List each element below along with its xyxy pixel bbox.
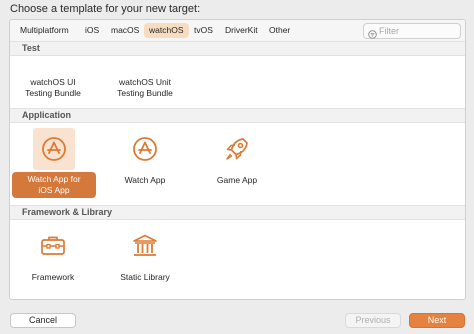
toolbox-icon <box>41 236 65 255</box>
template-label: Static Library <box>120 272 170 282</box>
template-label: Watch App for iOS App <box>12 172 96 198</box>
template-watchos-ui-testing-bundle[interactable]: watchOS UI Testing Bundle <box>10 56 96 106</box>
template-label: watchOS UI Testing Bundle <box>25 77 81 98</box>
rocket-icon <box>226 138 248 160</box>
template-icon-box <box>124 225 166 267</box>
tab-watchos[interactable]: watchOS <box>144 23 189 38</box>
template-watchos-unit-testing-bundle[interactable]: watchOS Unit Testing Bundle <box>102 56 188 106</box>
template-watch-app[interactable]: Watch App <box>102 126 188 196</box>
platform-tab-bar: Multiplatform iOS macOS watchOS tvOS Dri… <box>10 20 465 42</box>
tab-driverkit[interactable]: DriverKit <box>220 23 263 38</box>
tab-tvos[interactable]: tvOS <box>189 23 218 38</box>
tab-other[interactable]: Other <box>264 23 295 38</box>
template-icon-box <box>124 128 166 170</box>
section-header-application: Application <box>10 108 465 123</box>
app-store-icon <box>42 137 66 161</box>
filter-field[interactable] <box>363 23 461 39</box>
template-framework[interactable]: Framework <box>10 223 96 289</box>
template-watch-app-for-ios-app[interactable]: Watch App for iOS App <box>12 126 96 198</box>
template-icon-box <box>32 225 74 267</box>
filter-input[interactable] <box>379 24 455 38</box>
template-label: Watch App <box>124 175 166 185</box>
template-game-app[interactable]: Game App <box>194 126 280 196</box>
dialog-title: Choose a template for your new target: <box>10 3 201 15</box>
library-columns-icon <box>133 234 157 256</box>
template-icon-box <box>216 128 258 170</box>
tab-macos[interactable]: macOS <box>106 23 144 38</box>
template-label: Game App <box>216 175 258 185</box>
app-store-icon <box>133 137 157 161</box>
tab-multiplatform[interactable]: Multiplatform <box>15 23 74 38</box>
cancel-button[interactable]: Cancel <box>10 313 76 328</box>
template-panel: Multiplatform iOS macOS watchOS tvOS Dri… <box>9 19 466 300</box>
section-header-framework-library: Framework & Library <box>10 205 465 220</box>
template-static-library[interactable]: Static Library <box>102 223 188 289</box>
next-button[interactable]: Next <box>409 313 465 328</box>
template-icon-box <box>33 128 75 170</box>
template-label: watchOS Unit Testing Bundle <box>117 77 173 98</box>
tab-ios[interactable]: iOS <box>80 23 104 38</box>
section-header-test: Test <box>10 41 465 56</box>
previous-button[interactable]: Previous <box>345 313 401 328</box>
template-label: Framework <box>31 272 75 282</box>
